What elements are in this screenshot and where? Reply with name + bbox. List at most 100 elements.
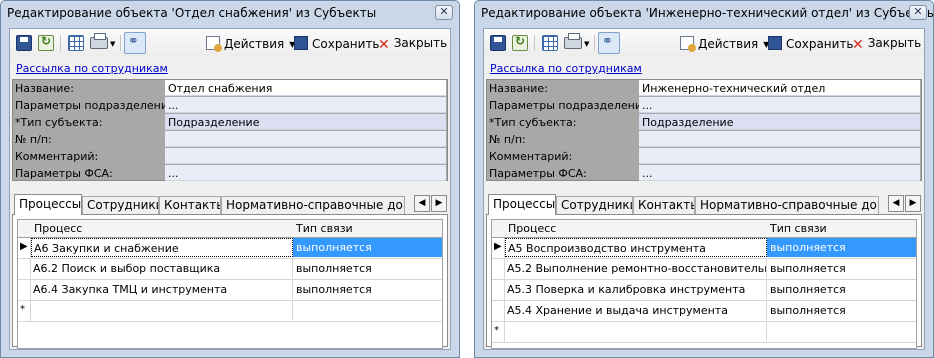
cell-process[interactable]: А6.2 Поиск и выбор поставщика <box>31 259 293 278</box>
toolbar-separator <box>534 35 535 51</box>
row-selector[interactable] <box>18 259 31 279</box>
print-icon[interactable] <box>90 33 108 49</box>
print-dropdown-icon[interactable]: ▼ <box>584 40 589 48</box>
row-selector[interactable] <box>492 301 505 321</box>
tab-contacts[interactable]: Контакты <box>633 196 695 214</box>
new-row-marker: * <box>20 304 25 315</box>
property-label: Параметры ФСА: <box>15 167 113 180</box>
close-button[interactable]: ✕ Закрыть <box>378 36 447 53</box>
property-value-name[interactable]: Отдел снабжения <box>165 80 446 96</box>
cell-link-type[interactable]: выполняется <box>293 280 442 299</box>
mailing-link[interactable]: Рассылка по сотрудникам <box>16 62 168 75</box>
actions-icon <box>206 36 222 52</box>
mailing-link[interactable]: Рассылка по сотрудникам <box>490 62 642 75</box>
property-row-name: Название: Инженерно-технический отдел <box>487 80 921 97</box>
title-bar[interactable]: Редактирование объекта 'Отдел снабжения'… <box>1 1 459 25</box>
property-label: Название: <box>15 82 74 95</box>
column-header-link-type[interactable]: Тип связи <box>770 222 827 235</box>
cell-process[interactable]: А5.2 Выполнение ремонтно-восстановительн… <box>505 259 767 278</box>
window-close-button[interactable]: ✕ <box>909 5 927 20</box>
cell-link-type[interactable] <box>293 301 442 320</box>
new-row-marker: * <box>494 325 499 336</box>
table-view-icon[interactable] <box>68 35 84 51</box>
close-button[interactable]: ✕ Закрыть <box>852 36 922 53</box>
row-selector[interactable]: * <box>18 301 31 321</box>
print-icon[interactable] <box>564 33 582 49</box>
cell-process[interactable]: А6.4 Закупка ТМЦ и инструмента <box>31 280 293 299</box>
row-selector[interactable]: ▶ <box>18 238 31 258</box>
tab-processes[interactable]: Процессы <box>488 194 556 215</box>
cell-process[interactable]: А5 Воспроизводство инструмента <box>505 238 767 257</box>
save-disk-icon[interactable] <box>16 35 32 51</box>
table-row[interactable]: А6.2 Поиск и выбор поставщика выполняетс… <box>18 259 442 280</box>
cell-process[interactable] <box>31 301 293 320</box>
processes-grid: Процесс Тип связи ▶ А6 Закупки и снабжен… <box>17 219 443 349</box>
property-value-comment[interactable] <box>639 148 920 164</box>
actions-button[interactable]: Действия ▼ <box>680 36 769 52</box>
print-dropdown-icon[interactable]: ▼ <box>110 40 115 48</box>
cell-link-type[interactable]: выполняется <box>767 301 916 320</box>
property-value-fsa-params[interactable]: ... <box>639 165 920 181</box>
row-selector[interactable]: ▶ <box>492 238 505 258</box>
property-value-division-params[interactable]: ... <box>639 97 920 113</box>
table-row[interactable]: А5.2 Выполнение ремонтно-восстановительн… <box>492 259 916 280</box>
new-row[interactable]: * <box>18 301 442 322</box>
row-selector[interactable] <box>492 280 505 300</box>
tab-contacts[interactable]: Контакты <box>159 196 221 214</box>
tab-strip: Процессы Сотрудники Контакты Нормативно-… <box>486 194 922 215</box>
new-row[interactable]: * <box>492 322 916 343</box>
property-value-division-params[interactable]: ... <box>165 97 446 113</box>
link-icon[interactable] <box>124 32 146 54</box>
cell-process[interactable]: А5.3 Поверка и калибровка инструмента <box>505 280 767 299</box>
save-button[interactable]: Сохранить <box>768 36 854 52</box>
tab-scroll-left-icon[interactable]: ◀ <box>414 195 430 212</box>
column-header-process[interactable]: Процесс <box>508 222 556 235</box>
cell-process[interactable] <box>505 322 767 341</box>
tab-employees[interactable]: Сотрудники <box>556 196 633 214</box>
close-label: Закрыть <box>867 36 922 50</box>
cell-link-type[interactable]: выполняется <box>767 238 916 257</box>
cell-link-type[interactable]: выполняется <box>767 259 916 278</box>
toolbar-separator <box>120 35 121 51</box>
table-row[interactable]: ▶ А6 Закупки и снабжение выполняется <box>18 238 442 259</box>
refresh-icon[interactable] <box>512 34 528 51</box>
tab-scroll-left-icon[interactable]: ◀ <box>888 195 904 212</box>
table-row[interactable]: А6.4 Закупка ТМЦ и инструмента выполняет… <box>18 280 442 301</box>
property-value-subject-type[interactable]: Подразделение <box>165 114 446 130</box>
row-selector[interactable]: * <box>492 322 505 342</box>
save-disk-icon[interactable] <box>490 35 506 51</box>
cell-link-type[interactable]: выполняется <box>293 238 442 257</box>
save-button[interactable]: Сохранить <box>294 36 380 52</box>
window-close-button[interactable]: ✕ <box>435 5 453 20</box>
title-bar[interactable]: Редактирование объекта 'Инженерно-технич… <box>475 1 934 25</box>
tab-reference-docs[interactable]: Нормативно-справочные докум <box>221 196 405 214</box>
table-row[interactable]: А5.4 Хранение и выдача инструмента выпол… <box>492 301 916 322</box>
tab-employees[interactable]: Сотрудники <box>82 196 159 214</box>
cell-process[interactable]: А5.4 Хранение и выдача инструмента <box>505 301 767 320</box>
property-value-number[interactable] <box>639 131 920 147</box>
cell-link-type[interactable]: выполняется <box>293 259 442 278</box>
property-value-number[interactable] <box>165 131 446 147</box>
refresh-icon[interactable] <box>38 34 54 51</box>
cell-process[interactable]: А6 Закупки и снабжение <box>31 238 293 257</box>
tab-scroll-right-icon[interactable]: ▶ <box>905 195 921 212</box>
column-header-link-type[interactable]: Тип связи <box>296 222 353 235</box>
property-value-fsa-params[interactable]: ... <box>165 165 446 181</box>
table-row[interactable]: А5.3 Поверка и калибровка инструмента вы… <box>492 280 916 301</box>
column-header-process[interactable]: Процесс <box>34 222 82 235</box>
table-view-icon[interactable] <box>542 35 558 51</box>
row-selector[interactable] <box>18 280 31 300</box>
tab-scroll-right-icon[interactable]: ▶ <box>431 195 447 212</box>
table-row[interactable]: ▶ А5 Воспроизводство инструмента выполня… <box>492 238 916 259</box>
actions-button[interactable]: Действия ▼ <box>206 36 295 52</box>
property-value-name[interactable]: Инженерно-технический отдел <box>639 80 920 96</box>
cell-link-type[interactable]: выполняется <box>767 280 916 299</box>
window-client-area: ▼ Действия▼ Сохранить ✕Закрыть Рассылка … <box>9 28 451 350</box>
link-icon[interactable] <box>598 32 620 54</box>
row-selector[interactable] <box>492 259 505 279</box>
property-value-subject-type[interactable]: Подразделение <box>639 114 920 130</box>
tab-reference-docs[interactable]: Нормативно-справочные докум <box>695 196 879 214</box>
property-value-comment[interactable] <box>165 148 446 164</box>
cell-link-type[interactable] <box>767 322 916 341</box>
tab-processes[interactable]: Процессы <box>14 194 82 215</box>
